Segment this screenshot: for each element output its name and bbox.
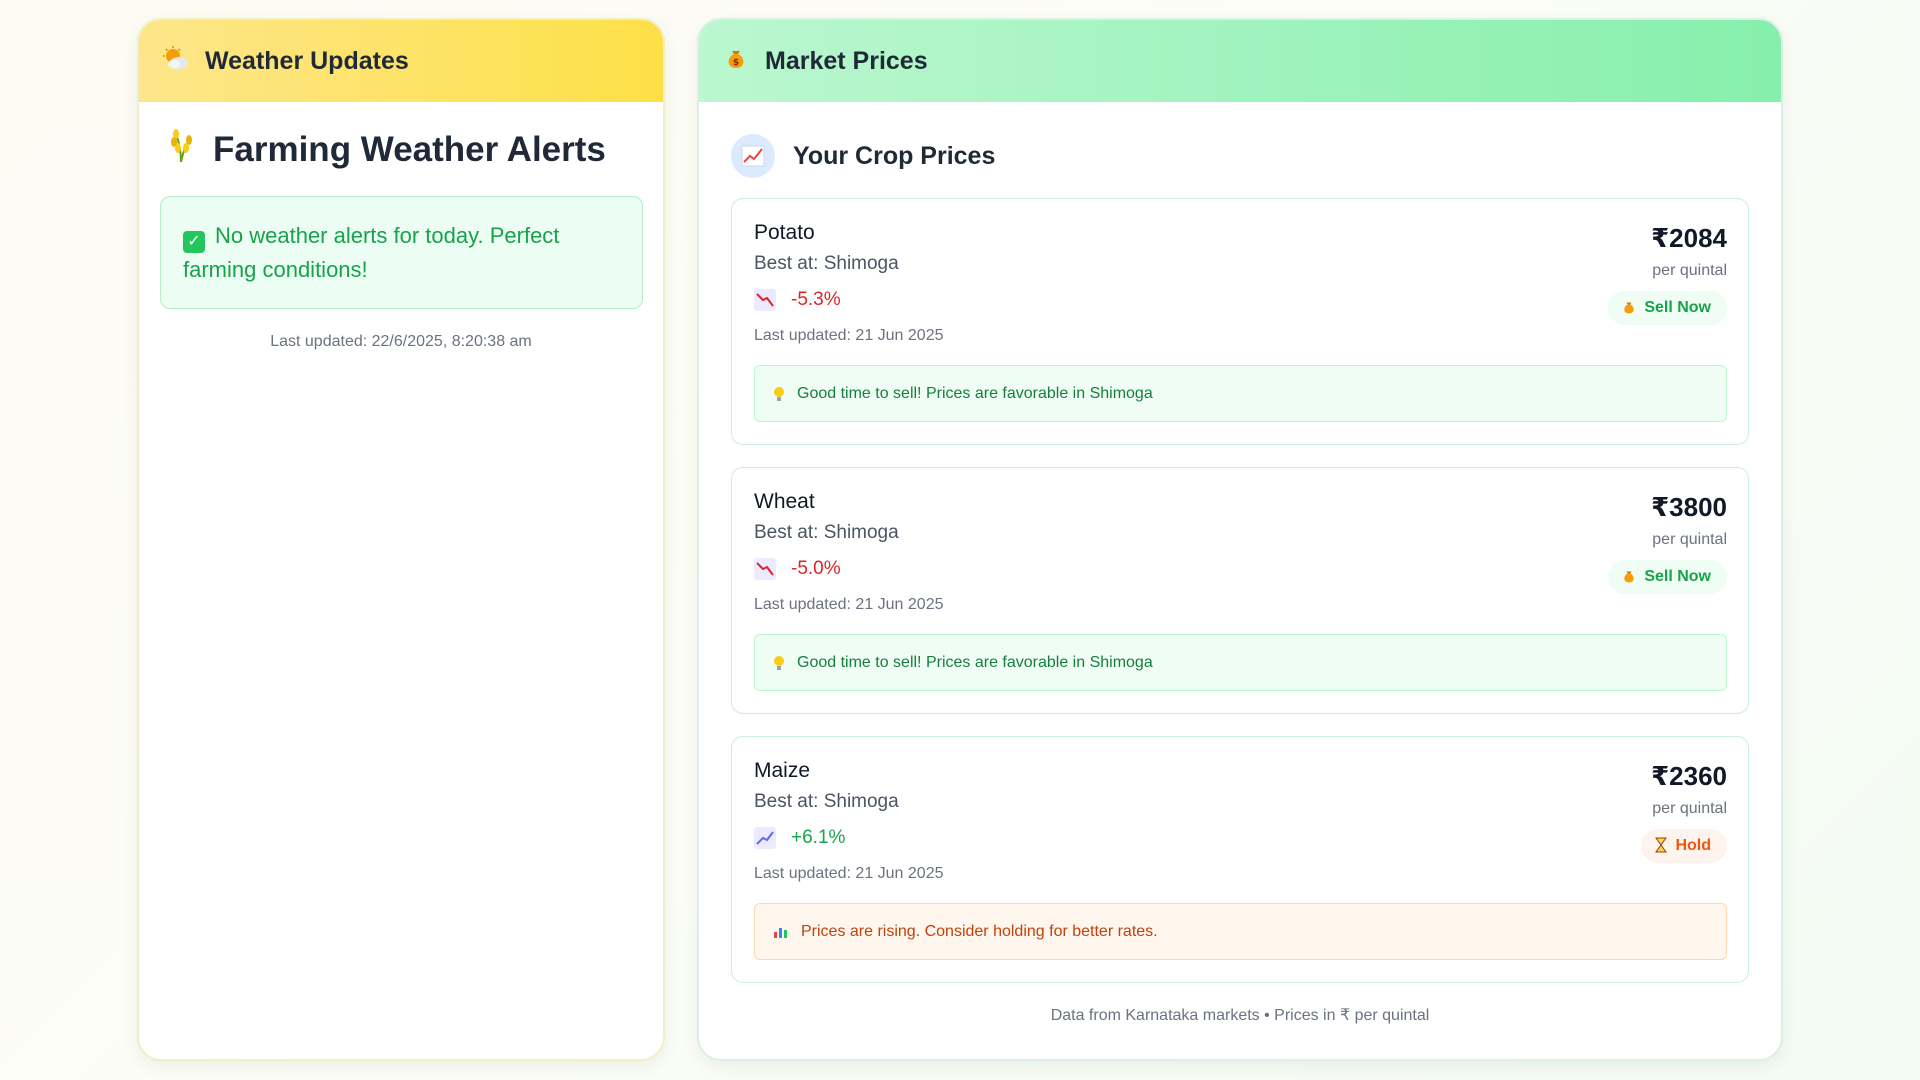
crop-last-updated: Last updated: 21 Jun 2025 [754, 327, 944, 344]
weather-last-updated: Last updated: 22/6/2025, 8:20:38 am [270, 333, 532, 350]
chart-decreasing-icon [754, 289, 776, 311]
action-label: Hold [1675, 837, 1711, 854]
advice-text: Good time to sell! Prices are favorable … [797, 653, 1153, 671]
crop-advice: Good time to sell! Prices are favorable … [754, 634, 1727, 691]
crop-price-change: -5.3% [754, 289, 1727, 311]
crop-change-value: +6.1% [791, 827, 846, 848]
market-panel-header: $ Market Prices [699, 20, 1781, 102]
crop-card-wheat[interactable]: Wheat Best at: Shimoga -5.0% Last update… [731, 467, 1749, 714]
light-bulb-icon [773, 655, 785, 671]
price-unit: per quintal [1652, 262, 1727, 279]
wheat-icon [167, 128, 195, 172]
action-label: Sell Now [1644, 568, 1711, 585]
weather-alert-text: No weather alerts for today. Perfect far… [183, 223, 560, 282]
price-unit: per quintal [1652, 531, 1727, 548]
crop-name: Wheat [754, 490, 815, 513]
advice-text: Prices are rising. Consider holding for … [801, 922, 1158, 940]
svg-text:$: $ [733, 58, 739, 68]
crop-card-maize[interactable]: Maize Best at: Shimoga +6.1% Last update… [731, 736, 1749, 983]
farming-weather-alerts-title: Farming Weather Alerts [167, 128, 663, 172]
hold-badge[interactable]: Hold [1641, 829, 1727, 863]
money-bag-icon: $ [723, 46, 749, 77]
sun-behind-cloud-icon [163, 45, 189, 77]
market-panel-title: Market Prices [765, 46, 928, 75]
market-data-source-note: Data from Karnataka markets • Prices in … [1050, 1007, 1430, 1024]
check-mark-icon: ✓ [183, 231, 205, 253]
weather-panel-title: Weather Updates [205, 46, 409, 75]
crop-last-updated: Last updated: 21 Jun 2025 [754, 596, 944, 613]
weather-alerts-heading: Farming Weather Alerts [213, 130, 606, 169]
weather-panel: Weather Updates Farming Weather Alerts ✓… [137, 18, 665, 1061]
money-bag-icon [1622, 299, 1636, 318]
crop-name: Maize [754, 759, 811, 782]
sell-now-badge[interactable]: Sell Now [1608, 560, 1727, 594]
crop-name: Potato [754, 221, 815, 244]
crop-price-block: ₹2360 per quintal [1651, 761, 1727, 818]
money-bag-icon [1622, 568, 1636, 587]
light-bulb-icon [773, 386, 785, 402]
crop-change-value: -5.3% [791, 289, 841, 310]
bar-chart-icon [773, 925, 789, 939]
crop-price: ₹2084 [1651, 223, 1727, 253]
crop-best-market: Best at: Shimoga [754, 791, 899, 812]
chart-increasing-icon [731, 134, 775, 178]
market-panel: $ Market Prices Your Crop Prices Potato … [697, 18, 1783, 1061]
crop-price-block: ₹3800 per quintal [1651, 492, 1727, 549]
your-crop-prices-heading: Your Crop Prices [731, 134, 1781, 178]
crop-price-block: ₹2084 per quintal [1651, 223, 1727, 280]
crop-price: ₹2360 [1651, 761, 1727, 791]
crop-best-market: Best at: Shimoga [754, 522, 899, 543]
action-label: Sell Now [1644, 299, 1711, 316]
sell-now-badge[interactable]: Sell Now [1608, 291, 1727, 325]
crop-price-change: +6.1% [754, 827, 1727, 849]
hourglass-icon [1655, 837, 1668, 856]
crop-price-list: Potato Best at: Shimoga -5.3% Last updat… [731, 198, 1749, 983]
chart-decreasing-icon [754, 558, 776, 580]
weather-panel-header: Weather Updates [139, 20, 663, 102]
chart-increasing-icon [754, 827, 776, 849]
crop-price-change: -5.0% [754, 558, 1727, 580]
crop-price: ₹3800 [1651, 492, 1727, 522]
crop-best-market: Best at: Shimoga [754, 253, 899, 274]
weather-alert-box: ✓ No weather alerts for today. Perfect fa… [160, 196, 643, 309]
crop-change-value: -5.0% [791, 558, 841, 579]
crop-card-potato[interactable]: Potato Best at: Shimoga -5.3% Last updat… [731, 198, 1749, 445]
your-crop-prices-label: Your Crop Prices [793, 141, 996, 170]
advice-text: Good time to sell! Prices are favorable … [797, 384, 1153, 402]
crop-advice: Good time to sell! Prices are favorable … [754, 365, 1727, 422]
price-unit: per quintal [1652, 800, 1727, 817]
crop-last-updated: Last updated: 21 Jun 2025 [754, 865, 944, 882]
crop-advice: Prices are rising. Consider holding for … [754, 903, 1727, 960]
